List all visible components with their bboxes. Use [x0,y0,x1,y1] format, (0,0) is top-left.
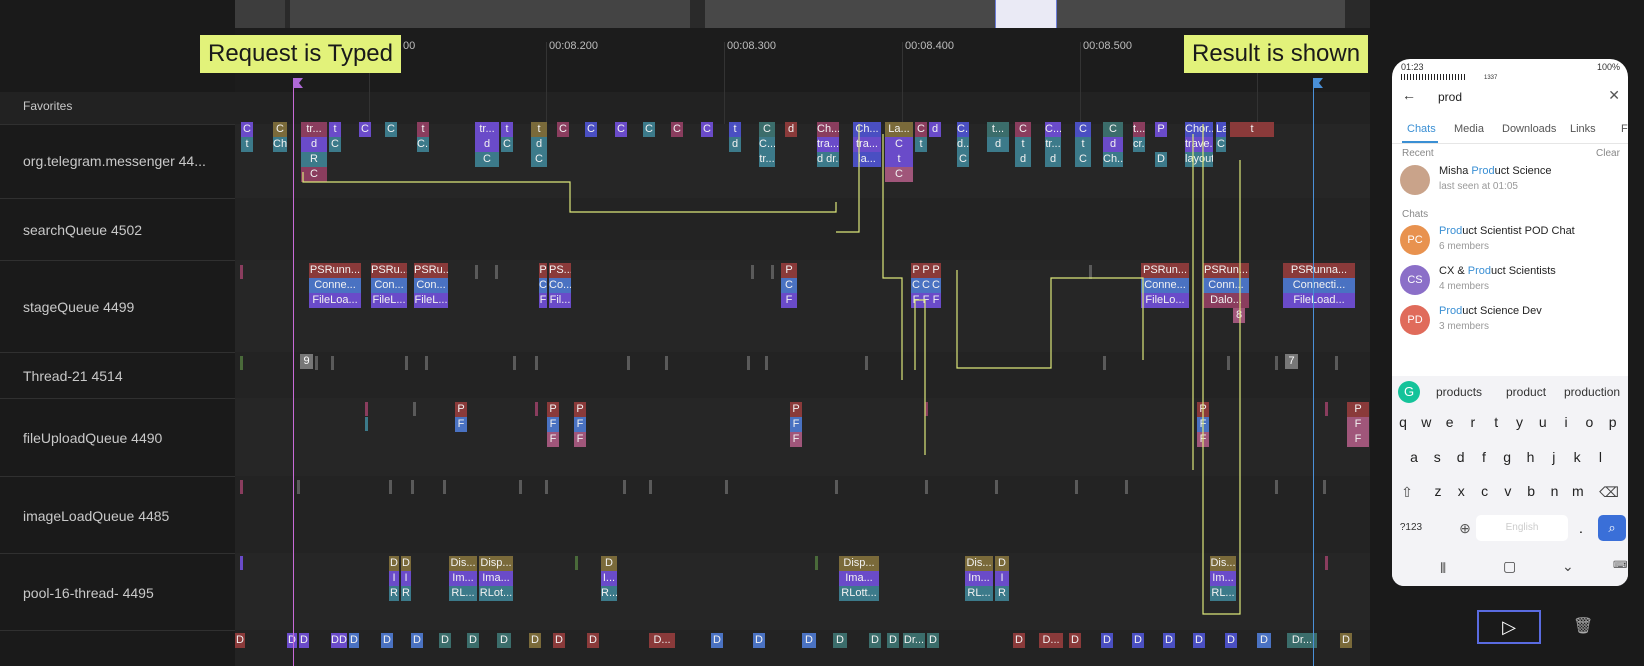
chat-title: CX & Product Scientists [1439,265,1556,277]
search-bar[interactable]: ← prod ✕ [1392,81,1628,111]
android-nav-bar: ⦀ ▢ ⌄ ⌨ [1392,552,1628,586]
tab-chats[interactable]: Chats [1407,123,1436,135]
chat-members: 4 members [1439,281,1490,292]
callout-result-shown: Result is shown [1184,35,1369,73]
key-a[interactable]: a [1405,443,1423,471]
thread-label-stage[interactable]: stageQueue 4499 [23,299,228,315]
key-numbers[interactable]: ?123 [1396,515,1426,541]
key-q[interactable]: q [1394,408,1412,436]
chat-title: Product Scientist POD Chat [1439,225,1575,237]
tab-media[interactable]: Media [1454,123,1484,135]
key-t[interactable]: t [1487,408,1505,436]
contact-status: last seen at 01:05 [1439,181,1518,192]
suggestion[interactable]: production [1564,385,1620,399]
chat-title: Product Science Dev [1439,305,1542,317]
trace-timeline[interactable]: 00 00:08.200 00:08.300 00:08.400 00:08.5… [235,0,1370,666]
key-x[interactable]: x [1452,477,1470,505]
thread-label-pool[interactable]: pool-16-thread- 4495 [23,585,228,601]
shift-key-icon[interactable]: ⇧ [1396,480,1418,504]
key-b[interactable]: b [1522,477,1540,505]
key-g[interactable]: g [1498,443,1516,471]
suggestion[interactable]: product [1506,385,1546,399]
key-o[interactable]: o [1580,408,1598,436]
thread-label-thread21[interactable]: Thread-21 4514 [23,368,228,384]
thread-label-imageload[interactable]: imageLoadQueue 4485 [23,508,228,524]
chat-members: 3 members [1439,321,1490,332]
thread-label-search[interactable]: searchQueue 4502 [23,222,228,238]
recent-contact-row[interactable]: Misha Product Science last seen at 01:05 [1392,162,1628,202]
contact-name: Misha Product Science [1439,165,1552,177]
recents-icon[interactable]: ⦀ [1440,560,1446,577]
status-bar: 01:23 1337 100% [1392,59,1628,81]
barcode-graphic [1401,74,1467,80]
key-r[interactable]: r [1464,408,1482,436]
key-z[interactable]: z [1429,477,1447,505]
search-key-icon[interactable]: ⌕ [1598,515,1626,541]
key-h[interactable]: h [1522,443,1540,471]
recent-header: Recent [1402,148,1434,159]
period-key[interactable]: . [1570,515,1592,541]
status-battery: 100% [1596,62,1620,72]
backspace-key-icon[interactable]: ⌫ [1598,480,1620,504]
favorites-label[interactable]: Favorites [23,99,72,113]
key-l[interactable]: l [1591,443,1609,471]
keyboard[interactable]: G products product production qwertyuiop… [1392,376,1628,552]
flow-arrows [302,124,1241,615]
avatar: CS [1400,265,1430,295]
phone-screen[interactable]: 01:23 1337 100% ← prod ✕ Chats Media Dow… [1392,59,1628,586]
active-tab-indicator [1402,141,1438,143]
chat-members: 6 members [1439,241,1490,252]
key-c[interactable]: c [1476,477,1494,505]
play-button[interactable]: ▷ [1477,610,1541,644]
key-p[interactable]: p [1604,408,1622,436]
avatar [1400,165,1430,195]
key-d[interactable]: d [1452,443,1470,471]
key-j[interactable]: j [1545,443,1563,471]
search-tabs: Chats Media Downloads Links F [1392,119,1628,144]
chats-header: Chats [1402,209,1429,220]
tab-more[interactable]: F [1621,123,1628,135]
thread-label-main[interactable]: org.telegram.messenger 44... [23,153,228,169]
tab-links[interactable]: Links [1570,123,1596,135]
avatar: PD [1400,305,1430,335]
close-icon[interactable]: ✕ [1608,87,1620,104]
globe-icon[interactable]: ⊕ [1452,515,1478,541]
key-n[interactable]: n [1546,477,1564,505]
callout-request-typed: Request is Typed [200,35,402,73]
search-input[interactable]: prod [1438,90,1462,104]
key-w[interactable]: w [1417,408,1435,436]
tab-downloads[interactable]: Downloads [1502,123,1556,135]
chat-row-cx[interactable]: CS CX & Product Scientists 4 members [1392,262,1628,302]
key-v[interactable]: v [1499,477,1517,505]
back-arrow-icon[interactable]: ← [1402,87,1416,103]
key-f[interactable]: f [1475,443,1493,471]
result-flag-icon[interactable] [1313,78,1325,90]
key-s[interactable]: s [1428,443,1446,471]
keyboard-hide-icon[interactable]: ⌨ [1613,560,1627,571]
grammarly-icon[interactable]: G [1398,381,1420,403]
status-time: 01:23 [1401,62,1424,72]
home-icon[interactable]: ▢ [1503,558,1516,575]
key-m[interactable]: m [1569,477,1587,505]
trash-icon[interactable]: 🗑 [1573,616,1593,636]
space-key[interactable]: English [1476,515,1568,541]
request-marker-line [293,78,294,666]
suggestion[interactable]: products [1436,385,1482,399]
chat-row-pod[interactable]: PC Product Scientist POD Chat 6 members [1392,222,1628,262]
key-u[interactable]: u [1534,408,1552,436]
key-y[interactable]: y [1511,408,1529,436]
request-flag-icon[interactable] [293,78,305,90]
result-marker-line [1313,78,1314,666]
avatar: PC [1400,225,1430,255]
thread-label-upload[interactable]: fileUploadQueue 4490 [23,430,228,446]
back-chevron-icon[interactable]: ⌄ [1562,558,1574,575]
key-e[interactable]: e [1441,408,1459,436]
chat-row-dev[interactable]: PD Product Science Dev 3 members [1392,302,1628,342]
clear-button[interactable]: Clear [1596,148,1620,159]
key-i[interactable]: i [1557,408,1575,436]
key-k[interactable]: k [1568,443,1586,471]
